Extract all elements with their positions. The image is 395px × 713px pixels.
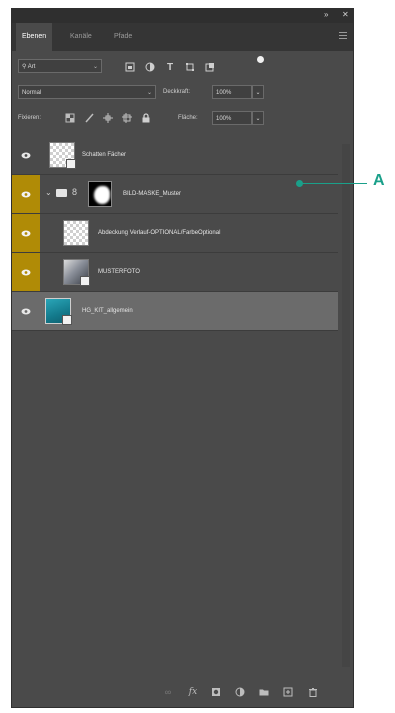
callout-label: A — [373, 172, 385, 189]
lock-pixels-icon[interactable] — [83, 112, 95, 124]
chevron-down-icon: ⌄ — [146, 90, 152, 96]
pixel-filter-icon[interactable] — [124, 61, 136, 73]
tab-pfade[interactable]: Pfade — [108, 23, 138, 51]
filter-kind-label: Art — [27, 64, 36, 70]
new-group-folder-icon[interactable] — [258, 686, 270, 698]
adjustment-filter-icon[interactable] — [144, 61, 156, 73]
collapse-icon[interactable]: » — [324, 10, 328, 19]
type-filter-icon[interactable]: T — [164, 61, 176, 73]
smart-object-badge-icon — [80, 276, 90, 286]
opacity-label: Deckkraft: — [163, 89, 191, 95]
adjustment-layer-icon[interactable] — [234, 686, 246, 698]
eye-icon — [21, 230, 31, 236]
lock-all-icon[interactable] — [140, 112, 152, 124]
layer-thumbnail — [63, 220, 89, 246]
fill-dropdown[interactable]: ⌄ — [252, 111, 264, 125]
fx-effects-icon[interactable]: fx — [187, 686, 199, 698]
tab-kanaele[interactable]: Kanäle — [64, 23, 98, 51]
folder-icon — [56, 189, 67, 197]
lock-artboard-icon[interactable] — [121, 112, 133, 124]
filter-kind-select[interactable]: ⚲ Art ⌄ — [18, 59, 102, 73]
layer-mask-thumbnail[interactable] — [88, 181, 112, 207]
lock-label: Fixieren: — [18, 115, 42, 121]
layer-name[interactable]: HG_KIT_allgemein — [82, 292, 133, 330]
blend-row: Normal ⌄ Deckkraft: 100% ⌄ — [12, 85, 353, 101]
layer-thumbnail — [63, 259, 90, 286]
eye-icon — [21, 308, 31, 314]
layer-row-schatten[interactable]: Schatten Fächer — [12, 136, 338, 175]
fill-label: Fläche: — [178, 115, 198, 121]
lock-transparency-icon[interactable] — [64, 112, 76, 124]
layer-name[interactable]: Schatten Fächer — [82, 136, 126, 174]
link-icon[interactable]: 8 — [72, 187, 77, 197]
opacity-input[interactable]: 100% — [212, 85, 252, 99]
layers-panel: » ✕ Ebenen Kanäle Pfade ⚲ Art ⌄ T Normal — [11, 8, 354, 708]
layer-name[interactable]: BILD-MASKE_Muster — [123, 175, 181, 213]
visibility-toggle[interactable] — [12, 136, 40, 174]
chevron-down-icon: ⌄ — [255, 116, 261, 122]
layers-bottom-toolbar: ∞ fx — [12, 677, 353, 707]
smart-object-badge-icon — [66, 159, 76, 169]
layer-name[interactable]: MUSTERFOTO — [98, 253, 140, 291]
visibility-toggle[interactable] — [12, 175, 40, 213]
visibility-toggle[interactable] — [12, 214, 40, 252]
chevron-down-icon: ⌄ — [255, 90, 261, 96]
eye-icon — [21, 152, 31, 158]
layer-thumbnail — [45, 298, 72, 325]
filter-toggle-icon[interactable] — [257, 56, 264, 63]
chevron-down-icon: ⌄ — [92, 64, 98, 70]
callout-dot — [296, 180, 303, 187]
eye-icon — [21, 191, 31, 197]
visibility-toggle[interactable] — [12, 253, 40, 291]
eye-icon — [21, 269, 31, 275]
blend-mode-select[interactable]: Normal ⌄ — [18, 85, 156, 99]
callout-line — [300, 183, 367, 184]
visibility-toggle[interactable] — [12, 292, 40, 330]
lock-position-icon[interactable] — [102, 112, 114, 124]
opacity-dropdown[interactable]: ⌄ — [252, 85, 264, 99]
layer-thumbnail — [49, 142, 76, 169]
smart-object-filter-icon[interactable] — [204, 61, 216, 73]
smart-object-badge-icon — [62, 315, 72, 325]
layers-list: Schatten Fächer ⌄ 8 BILD-MASKE_Muster Ab… — [12, 136, 353, 677]
layer-row-abdeckung[interactable]: Abdeckung Verlauf-OPTIONAL/FarbeOptional — [12, 214, 338, 253]
group-expand-chevron-icon[interactable]: ⌄ — [45, 188, 52, 197]
add-mask-icon[interactable] — [210, 686, 222, 698]
layer-name[interactable]: Abdeckung Verlauf-OPTIONAL/FarbeOptional — [98, 214, 220, 252]
close-icon[interactable]: ✕ — [342, 10, 349, 19]
filter-row: ⚲ Art ⌄ T — [12, 56, 353, 75]
link-layers-icon[interactable]: ∞ — [162, 686, 174, 698]
lock-row: Fixieren: Fläche: 100% ⌄ — [12, 111, 353, 127]
blend-mode-label: Normal — [22, 90, 42, 96]
layer-row-hg-kit[interactable]: HG_KIT_allgemein — [12, 292, 338, 331]
trash-icon[interactable] — [307, 686, 319, 698]
panel-title-strip: » ✕ — [12, 9, 353, 23]
shape-filter-icon[interactable] — [184, 61, 196, 73]
fill-input[interactable]: 100% — [212, 111, 252, 125]
new-layer-icon[interactable] — [282, 686, 294, 698]
panel-tabs: Ebenen Kanäle Pfade — [12, 23, 353, 51]
panel-menu-icon[interactable] — [339, 32, 347, 41]
layer-row-bild-maske[interactable]: ⌄ 8 BILD-MASKE_Muster — [12, 175, 338, 214]
layers-scrollbar[interactable] — [342, 144, 350, 667]
layer-row-musterfoto[interactable]: MUSTERFOTO — [12, 253, 338, 292]
tab-ebenen[interactable]: Ebenen — [16, 23, 53, 51]
